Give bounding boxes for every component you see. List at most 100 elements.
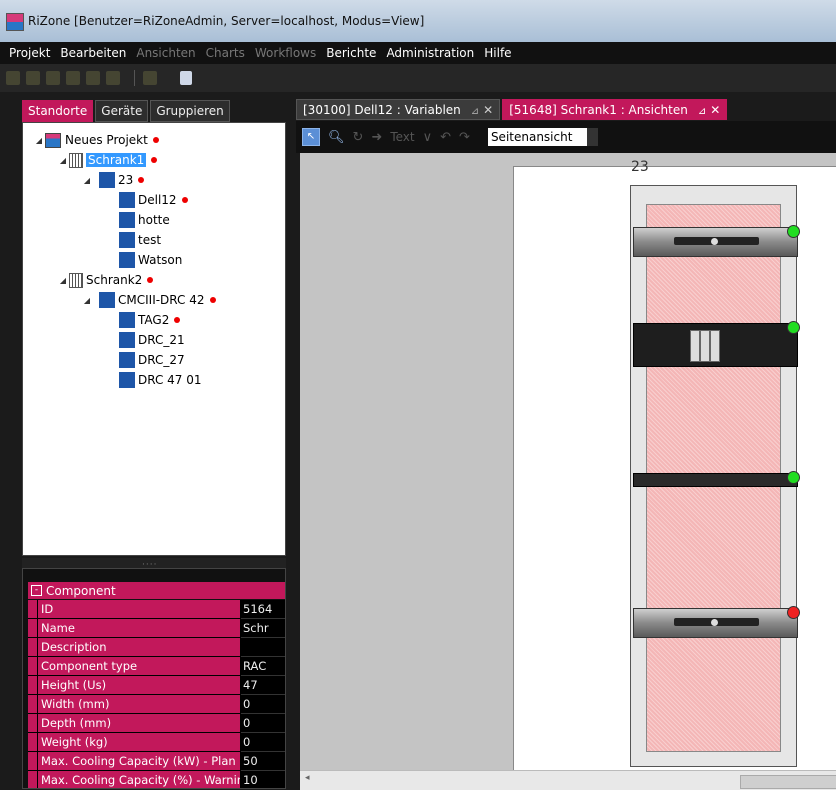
- doc-tab-dell12-variablen[interactable]: [30100] Dell12 : Variablen ⊿ ✕: [296, 99, 501, 120]
- device-icon: [119, 212, 135, 228]
- property-row[interactable]: Component type RAC: [28, 657, 285, 676]
- property-value[interactable]: 0: [241, 695, 285, 714]
- alarm-indicator-icon: [209, 297, 216, 303]
- tree-node[interactable]: ◢ Schrank1: [57, 150, 158, 170]
- property-row[interactable]: Depth (mm) 0: [28, 714, 285, 733]
- property-name: Height (Us): [28, 676, 241, 695]
- property-row[interactable]: Weight (kg) 0: [28, 733, 285, 752]
- alarm-indicator-icon: [138, 177, 145, 183]
- doc-tab-label: [51648] Schrank1 : Ansichten: [509, 103, 688, 117]
- tree-node[interactable]: DRC 47 01: [119, 370, 202, 390]
- undo-icon[interactable]: ↶: [440, 130, 451, 145]
- property-value[interactable]: [241, 638, 285, 657]
- property-row[interactable]: Max. Cooling Capacity (kW) - Plan 50: [28, 752, 285, 771]
- property-value[interactable]: 5164: [241, 600, 285, 619]
- property-value[interactable]: 50: [241, 752, 285, 771]
- device-icon: [119, 312, 135, 328]
- zoom-icon[interactable]: 🔍︎: [328, 130, 345, 145]
- tree-node[interactable]: ◢ Schrank2: [57, 270, 154, 290]
- tree-node[interactable]: test: [119, 230, 161, 250]
- document-icon[interactable]: [180, 71, 192, 85]
- menu-bearbeiten[interactable]: Bearbeiten: [60, 46, 126, 60]
- rack-device-server[interactable]: [633, 225, 800, 257]
- property-row[interactable]: Name Schr: [28, 619, 285, 638]
- text-tool[interactable]: Text: [390, 130, 414, 144]
- scrollbar-thumb[interactable]: [740, 775, 836, 789]
- tree-node[interactable]: ◢ CMCIII-DRC 42: [81, 290, 216, 310]
- scroll-left-icon[interactable]: ◂: [305, 773, 310, 783]
- collapse-icon[interactable]: -: [31, 585, 42, 596]
- collapse-icon[interactable]: ◢: [57, 156, 69, 165]
- rotate-icon[interactable]: ↻: [353, 130, 364, 145]
- redo-icon[interactable]: ↷: [459, 130, 470, 145]
- rack-add-icon[interactable]: [46, 71, 60, 85]
- left-panel: Standorte Geräte Gruppieren ◢ Neues Proj…: [22, 97, 286, 789]
- property-value[interactable]: Schr: [241, 619, 285, 638]
- collapse-icon[interactable]: ◢: [33, 136, 45, 145]
- status-indicator-icon: [787, 225, 800, 238]
- property-row[interactable]: Height (Us) 47: [28, 676, 285, 695]
- rack-label: 23: [631, 159, 649, 175]
- property-value[interactable]: 10: [241, 771, 285, 788]
- close-icon[interactable]: ✕: [710, 103, 720, 117]
- dropdown-arrow-icon[interactable]: [586, 128, 598, 146]
- view-select[interactable]: Seitenansicht: [487, 128, 598, 146]
- tab-standorte[interactable]: Standorte: [22, 100, 94, 122]
- tree-node[interactable]: hotte: [119, 210, 170, 230]
- tab-geraete[interactable]: Geräte: [95, 100, 149, 122]
- main-toolbar: [0, 64, 836, 92]
- menu-projekt[interactable]: Projekt: [9, 46, 50, 60]
- rack-view-canvas[interactable]: 23: [300, 153, 836, 789]
- network-icon[interactable]: [143, 71, 157, 85]
- rack-device-server[interactable]: [633, 606, 800, 638]
- rack-device-switch[interactable]: [633, 471, 800, 487]
- property-row[interactable]: Width (mm) 0: [28, 695, 285, 714]
- device-icon: [119, 232, 135, 248]
- property-name: Max. Cooling Capacity (%) - Warning: [28, 771, 241, 788]
- property-name: Depth (mm): [28, 714, 241, 733]
- arrow-right-icon[interactable]: ➜: [371, 130, 382, 145]
- property-row[interactable]: Max. Cooling Capacity (%) - Warning 10: [28, 771, 285, 788]
- property-value[interactable]: 47: [241, 676, 285, 695]
- doc-tab-schrank1-ansichten[interactable]: [51648] Schrank1 : Ansichten ⊿ ✕: [502, 99, 728, 120]
- tree-node[interactable]: Dell12: [119, 190, 188, 210]
- horizontal-scrollbar[interactable]: ◂: [300, 770, 836, 790]
- property-value[interactable]: 0: [241, 714, 285, 733]
- new-icon[interactable]: [6, 71, 20, 85]
- document-tab-strip: [30100] Dell12 : Variablen ⊿ ✕ [51648] Sch…: [296, 99, 729, 120]
- tab-gruppieren[interactable]: Gruppieren: [150, 100, 230, 122]
- import-icon[interactable]: [86, 71, 100, 85]
- property-row[interactable]: Description: [28, 638, 285, 657]
- select-pointer-icon[interactable]: ↖: [302, 128, 320, 146]
- tree-node[interactable]: TAG2: [119, 310, 181, 330]
- rack-device-blade-chassis[interactable]: [633, 321, 800, 367]
- panel-splitter[interactable]: ····: [22, 558, 286, 570]
- tree-node[interactable]: Watson: [119, 250, 182, 270]
- blade-slot: [690, 330, 700, 362]
- tree-node[interactable]: DRC_21: [119, 330, 185, 350]
- export-icon[interactable]: [106, 71, 120, 85]
- pin-icon[interactable]: ⊿: [698, 106, 706, 117]
- chevron-down-icon[interactable]: ∨: [423, 130, 433, 145]
- menu-administration[interactable]: Administration: [386, 46, 474, 60]
- property-row[interactable]: ID 5164: [28, 600, 285, 619]
- alarm-indicator-icon: [152, 137, 159, 143]
- property-value[interactable]: RAC: [241, 657, 285, 676]
- rack-frame[interactable]: [630, 185, 800, 767]
- device-add-icon[interactable]: [66, 71, 80, 85]
- property-section-header[interactable]: - Component: [28, 582, 285, 599]
- pin-icon[interactable]: ⊿: [471, 106, 479, 117]
- project-icon: [45, 132, 61, 148]
- open-folder-icon[interactable]: [26, 71, 40, 85]
- collapse-icon[interactable]: ◢: [81, 176, 93, 185]
- tree-node[interactable]: ◢ Neues Projekt: [33, 130, 159, 150]
- close-icon[interactable]: ✕: [483, 103, 493, 117]
- property-value[interactable]: 0: [241, 733, 285, 752]
- tree-node[interactable]: DRC_27: [119, 350, 185, 370]
- collapse-icon[interactable]: ◢: [81, 296, 93, 305]
- collapse-icon[interactable]: ◢: [57, 276, 69, 285]
- menu-hilfe[interactable]: Hilfe: [484, 46, 511, 60]
- menu-berichte[interactable]: Berichte: [326, 46, 376, 60]
- tree-node[interactable]: ◢ 23: [81, 170, 145, 190]
- rack-icon: [69, 152, 83, 168]
